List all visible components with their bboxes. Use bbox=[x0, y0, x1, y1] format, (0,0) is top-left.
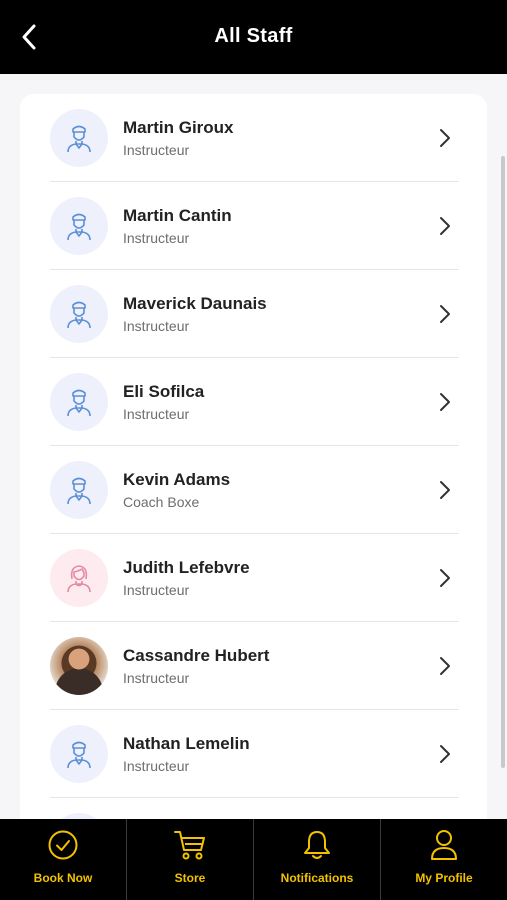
staff-name: Judith Lefebvre bbox=[123, 557, 250, 577]
staff-avatar bbox=[50, 461, 108, 519]
tab-book-now[interactable]: Book Now bbox=[0, 819, 127, 900]
tab-label: Book Now bbox=[33, 871, 93, 885]
staff-row-eli-sofilca[interactable]: Eli Sofilca Instructeur bbox=[50, 358, 459, 446]
chevron-right-icon bbox=[435, 126, 455, 150]
page-title: All Staff bbox=[214, 24, 293, 47]
staff-role: Instructeur bbox=[123, 317, 190, 334]
cart-icon bbox=[173, 828, 207, 862]
staff-row-nathan-lemelin[interactable]: Nathan Lemelin Instructeur bbox=[50, 710, 459, 798]
staff-role: Instructeur bbox=[123, 405, 190, 422]
chevron-left-icon bbox=[22, 24, 36, 50]
staff-role: Instructeur bbox=[123, 669, 190, 686]
staff-list-card: Martin Giroux Instructeur Martin Cantin bbox=[20, 94, 487, 819]
male-staff-icon bbox=[67, 477, 91, 505]
staff-avatar bbox=[50, 109, 108, 167]
staff-row-judith-lefebvre[interactable]: Judith Lefebvre Instructeur bbox=[50, 534, 459, 622]
bell-icon bbox=[300, 828, 334, 862]
staff-name: Cassandre Hubert bbox=[123, 645, 270, 665]
male-staff-icon bbox=[67, 125, 91, 153]
staff-role: Instructeur bbox=[123, 141, 190, 158]
female-staff-icon bbox=[67, 565, 91, 593]
tab-store[interactable]: Store bbox=[127, 819, 254, 900]
staff-avatar bbox=[50, 373, 108, 431]
staff-row-maverick-daunais[interactable]: Maverick Daunais Instructeur bbox=[50, 270, 459, 358]
staff-name: Maverick Daunais bbox=[123, 293, 267, 313]
check-circle-icon bbox=[46, 828, 80, 862]
back-button[interactable] bbox=[14, 22, 44, 52]
male-staff-icon bbox=[67, 301, 91, 329]
staff-avatar bbox=[50, 285, 108, 343]
staff-name: Kevin Adams bbox=[123, 469, 231, 489]
male-staff-icon bbox=[67, 741, 91, 769]
chevron-right-icon bbox=[435, 390, 455, 414]
staff-role: Instructeur bbox=[123, 581, 190, 598]
chevron-right-icon bbox=[435, 214, 455, 238]
tab-notifications[interactable]: Notifications bbox=[254, 819, 381, 900]
tab-label: Notifications bbox=[280, 871, 354, 885]
user-icon bbox=[427, 828, 461, 862]
staff-list-container[interactable]: Martin Giroux Instructeur Martin Cantin bbox=[0, 74, 507, 819]
app-header: All Staff bbox=[0, 0, 507, 74]
bottom-tab-bar: Book Now Store Notifications My Profile bbox=[0, 819, 507, 900]
staff-name: Martin Giroux bbox=[123, 117, 234, 137]
staff-avatar bbox=[50, 549, 108, 607]
staff-row-partial[interactable] bbox=[50, 798, 459, 819]
staff-row-martin-giroux[interactable]: Martin Giroux Instructeur bbox=[50, 94, 459, 182]
staff-name: Martin Cantin bbox=[123, 205, 232, 225]
staff-avatar bbox=[50, 197, 108, 255]
staff-row-martin-cantin[interactable]: Martin Cantin Instructeur bbox=[50, 182, 459, 270]
tab-my-profile[interactable]: My Profile bbox=[381, 819, 507, 900]
chevron-right-icon bbox=[435, 302, 455, 326]
tab-label: My Profile bbox=[415, 871, 473, 885]
male-staff-icon bbox=[67, 213, 91, 241]
chevron-right-icon bbox=[435, 566, 455, 590]
chevron-right-icon bbox=[435, 654, 455, 678]
staff-role: Instructeur bbox=[123, 757, 190, 774]
staff-name: Eli Sofilca bbox=[123, 381, 205, 401]
scrollbar[interactable] bbox=[501, 156, 505, 768]
staff-row-kevin-adams[interactable]: Kevin Adams Coach Boxe bbox=[50, 446, 459, 534]
chevron-right-icon bbox=[435, 478, 455, 502]
staff-role: Coach Boxe bbox=[123, 493, 200, 510]
male-staff-icon bbox=[67, 389, 91, 417]
staff-role: Instructeur bbox=[123, 229, 190, 246]
chevron-right-icon bbox=[435, 742, 455, 766]
staff-avatar-photo bbox=[50, 637, 108, 695]
tab-label: Store bbox=[174, 871, 206, 885]
staff-avatar bbox=[50, 725, 108, 783]
staff-name: Nathan Lemelin bbox=[123, 733, 250, 753]
staff-row-cassandre-hubert[interactable]: Cassandre Hubert Instructeur bbox=[50, 622, 459, 710]
